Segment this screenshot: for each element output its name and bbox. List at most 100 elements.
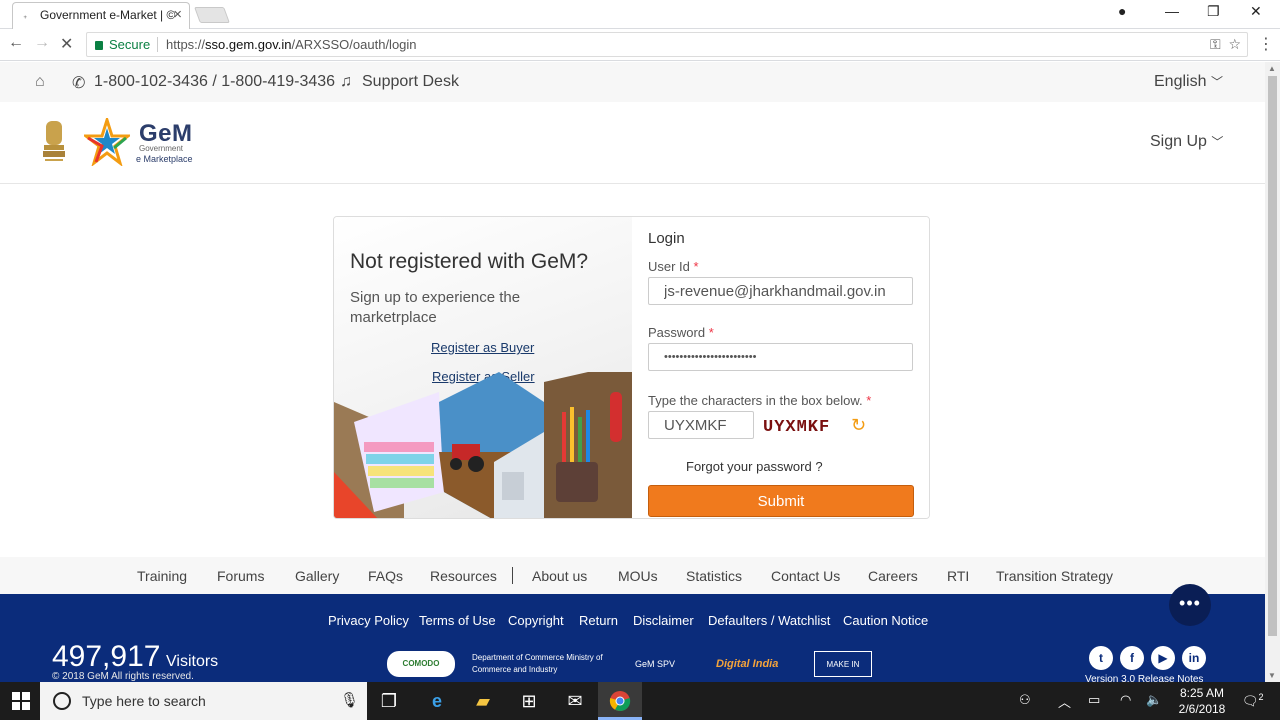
minimize-icon[interactable]: — — [1165, 3, 1179, 19]
chrome-icon — [609, 691, 631, 712]
forgot-password-link[interactable]: Forgot your password ? — [686, 459, 823, 474]
new-tab-button[interactable] — [194, 7, 230, 23]
sign-up-dropdown[interactable]: Sign Up ﹀ — [1150, 133, 1223, 151]
scroll-down-icon[interactable]: ▼ — [1268, 671, 1276, 680]
edge-browser-icon[interactable]: e — [426, 690, 448, 712]
footer-nav: Training Forums Gallery FAQs Resources A… — [0, 557, 1265, 594]
close-window-icon[interactable]: ✕ — [1250, 3, 1262, 20]
top-info-bar: ⌂ ✆ 1-800-102-3436 / 1-800-419-3436 ♫ Su… — [0, 62, 1265, 102]
captcha-refresh-icon[interactable]: ↻ — [851, 415, 866, 436]
support-desk-link[interactable]: Support Desk — [362, 73, 459, 91]
restore-icon[interactable]: ❐ — [1207, 3, 1220, 20]
register-buyer-link[interactable]: Register as Buyer — [431, 340, 534, 355]
forward-icon[interactable]: → — [34, 34, 50, 52]
tray-chevron-icon[interactable]: ︿ — [1058, 692, 1071, 711]
address-bar[interactable]: Secure https://sso.gem.gov.in/ARXSSO/oau… — [86, 32, 1248, 57]
return-link[interactable]: Return — [579, 613, 618, 628]
gem-logo-icon[interactable] — [84, 118, 130, 166]
gem-spv-logo[interactable]: GeM SPV — [635, 651, 703, 677]
people-icon[interactable]: ⚇ — [1019, 692, 1031, 708]
clock-time: 8:25 AM — [1179, 686, 1225, 700]
footer-link-mous[interactable]: MOUs — [618, 568, 658, 584]
mail-icon[interactable]: ✉ — [564, 690, 586, 712]
submit-button[interactable]: Submit — [648, 485, 914, 517]
tab-title: Government e-Market | © — [40, 8, 176, 22]
page-scrollbar[interactable]: ▲ ▼ — [1265, 62, 1280, 682]
twitter-icon[interactable]: t — [1089, 646, 1113, 670]
volume-icon[interactable]: 🔈 — [1146, 692, 1162, 708]
store-icon[interactable]: ⊞ — [518, 690, 540, 712]
windows-taskbar: Type here to search 🎙 ❐ e ▰ ⊞ ✉ ⚇ ︿ ▭ ◠ … — [0, 682, 1280, 720]
youtube-icon[interactable]: ▶ — [1151, 646, 1175, 670]
tab-close-icon[interactable]: × — [173, 3, 182, 27]
url-text[interactable]: https://sso.gem.gov.in/ARXSSO/oauth/logi… — [166, 33, 417, 56]
key-icon[interactable]: ⚿ — [1210, 36, 1221, 52]
terms-link[interactable]: Terms of Use — [419, 613, 496, 628]
commerce-ministry-logo[interactable]: Department of Commerce Ministry of Comme… — [472, 651, 620, 677]
password-input[interactable] — [648, 343, 913, 371]
notifications-icon[interactable]: 🗨2 — [1242, 692, 1264, 709]
facebook-icon[interactable]: f — [1120, 646, 1144, 670]
chevron-down-icon: ﹀ — [1211, 135, 1224, 149]
footer-link-faqs[interactable]: FAQs — [368, 568, 403, 584]
clock-date: 2/6/2018 — [1178, 702, 1226, 716]
browser-tab-bar: ᐩ Government e-Market | © × ● — ❐ ✕ — [0, 0, 1280, 29]
wifi-icon[interactable]: ◠ — [1120, 692, 1131, 708]
lock-icon — [95, 41, 103, 50]
microphone-icon[interactable]: 🎙 — [340, 691, 359, 709]
helpline-numbers: 1-800-102-3436 / 1-800-419-3436 — [94, 73, 336, 90]
chat-more-icon[interactable]: ••• — [1169, 584, 1211, 626]
taskbar-search-placeholder: Type here to search — [82, 693, 206, 709]
cortana-icon — [53, 692, 71, 710]
language-selector[interactable]: English ﹀ — [1154, 73, 1223, 91]
url-separator — [157, 37, 158, 52]
back-icon[interactable]: ← — [8, 34, 24, 52]
linkedin-icon[interactable]: in — [1182, 646, 1206, 670]
comodo-secure-badge[interactable]: COMODO SECURE — [387, 651, 455, 694]
footer-link-careers[interactable]: Careers — [868, 568, 918, 584]
copyright-link[interactable]: Copyright — [508, 613, 564, 628]
file-explorer-icon[interactable]: ▰ — [472, 690, 494, 712]
chevron-down-icon: ﹀ — [1210, 75, 1223, 89]
privacy-policy-link[interactable]: Privacy Policy — [328, 613, 409, 628]
national-emblem-icon — [43, 121, 65, 161]
footer-link-transition[interactable]: Transition Strategy — [996, 568, 1113, 584]
userid-input[interactable] — [648, 277, 913, 305]
caution-notice-link[interactable]: Caution Notice — [843, 613, 928, 628]
footer-link-statistics[interactable]: Statistics — [686, 568, 742, 584]
captcha-input[interactable] — [648, 411, 754, 439]
bookmark-star-icon[interactable]: ☆ — [1228, 36, 1241, 52]
footer-link-contact[interactable]: Contact Us — [771, 568, 840, 584]
defaulters-link[interactable]: Defaulters / Watchlist — [708, 613, 830, 628]
footer-link-resources[interactable]: Resources — [430, 568, 497, 584]
visitor-label: Visitors — [166, 653, 219, 670]
scrollbar-thumb[interactable] — [1268, 76, 1277, 636]
password-label: Password * — [648, 325, 714, 340]
chrome-taskbar-button[interactable] — [598, 682, 642, 720]
profile-icon[interactable]: ● — [1118, 3, 1126, 19]
promo-heading: Not registered with GeM? — [350, 250, 589, 273]
footer-link-forums[interactable]: Forums — [217, 568, 264, 584]
battery-icon[interactable]: ▭ — [1088, 692, 1100, 708]
windows-start-icon[interactable] — [12, 692, 30, 710]
footer-link-training[interactable]: Training — [137, 568, 187, 584]
secure-indicator[interactable]: Secure — [95, 33, 150, 56]
home-icon[interactable]: ⌂ — [35, 73, 45, 91]
footer-link-about[interactable]: About us — [532, 568, 587, 584]
browser-toolbar: ← → ✕ Secure https://sso.gem.gov.in/ARXS… — [0, 29, 1280, 61]
taskbar-search-box[interactable]: Type here to search 🎙 — [40, 682, 367, 720]
omnibox-icons: ⚿ ☆ — [1210, 33, 1241, 56]
digital-india-logo[interactable]: Digital India — [716, 651, 798, 677]
registration-promo-panel: Not registered with GeM? Sign up to expe… — [334, 217, 632, 518]
taskbar-clock[interactable]: 8:25 AM 2/6/2018 — [1172, 685, 1232, 717]
login-form-panel: Login User Id * Password * Type the char… — [632, 217, 929, 518]
footer-link-gallery[interactable]: Gallery — [295, 568, 339, 584]
stop-loading-icon[interactable]: ✕ — [60, 34, 73, 54]
task-view-icon[interactable]: ❐ — [378, 690, 400, 712]
browser-menu-icon[interactable]: ⋮ — [1258, 34, 1274, 54]
footer-link-rti[interactable]: RTI — [947, 568, 969, 584]
browser-tab[interactable]: ᐩ Government e-Market | © × — [12, 2, 190, 29]
disclaimer-link[interactable]: Disclaimer — [633, 613, 694, 628]
scroll-up-icon[interactable]: ▲ — [1268, 64, 1276, 73]
make-in-india-logo[interactable]: MAKE IN INDIA — [814, 651, 872, 695]
